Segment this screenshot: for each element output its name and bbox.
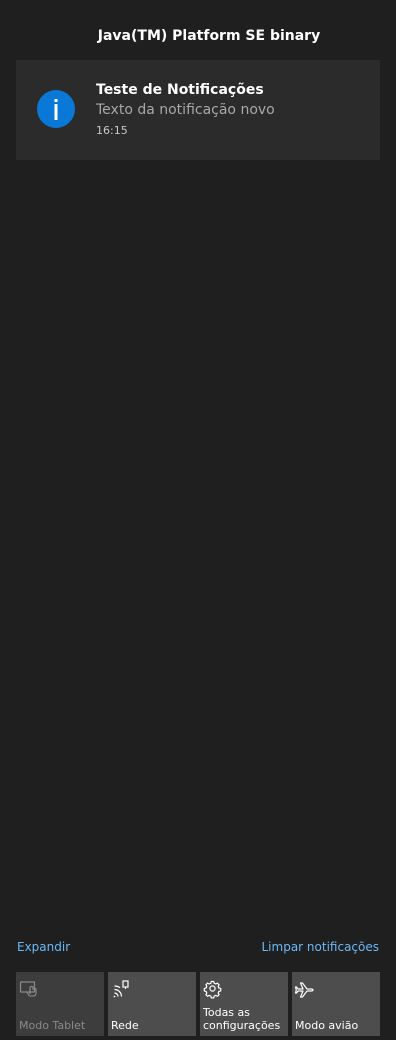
action-links: Expandir Limpar notificações <box>17 940 379 956</box>
tablet-mode-button[interactable]: Modo Tablet <box>16 972 104 1036</box>
network-button[interactable]: Rede <box>108 972 196 1036</box>
gear-icon <box>203 978 225 1000</box>
notification-time: 16:15 <box>96 124 128 137</box>
app-group-header: Java(TM) Platform SE binary <box>97 28 321 44</box>
all-settings-label: Todas as configurações <box>203 1006 281 1032</box>
notification-body: Texto da notificação novo <box>96 102 275 118</box>
airplane-icon <box>294 978 317 1000</box>
expand-link[interactable]: Expandir <box>17 940 70 954</box>
action-center: Java(TM) Platform SE binary Teste de Not… <box>0 0 396 1040</box>
network-label: Rede <box>111 1019 139 1032</box>
all-settings-button[interactable]: Todas as configurações <box>200 972 288 1036</box>
clear-notifications-link[interactable]: Limpar notificações <box>262 940 380 954</box>
notification-title: Teste de Notificações <box>96 82 264 98</box>
quick-actions: Modo Tablet Rede Todas as configurações … <box>16 972 380 1036</box>
airplane-mode-button[interactable]: Modo avião <box>292 972 380 1036</box>
info-icon <box>37 90 75 128</box>
tablet-mode-icon <box>19 978 41 1000</box>
tablet-mode-label: Modo Tablet <box>19 1019 86 1032</box>
airplane-mode-label: Modo avião <box>295 1019 359 1032</box>
network-icon <box>111 978 133 1000</box>
notification-card[interactable]: Teste de Notificações Texto da notificaç… <box>16 60 380 160</box>
